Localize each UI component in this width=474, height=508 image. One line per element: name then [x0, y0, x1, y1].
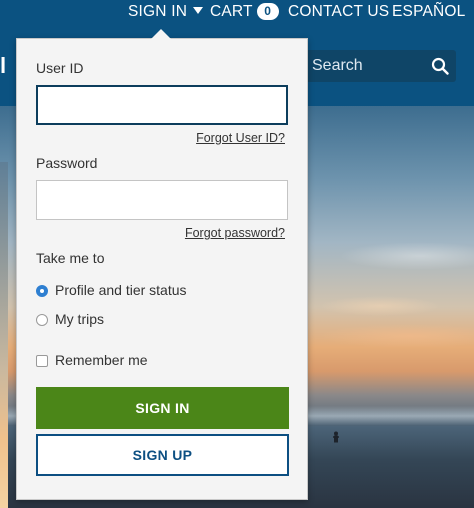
nav-cart[interactable]: CART 0 [210, 3, 279, 21]
nav-sign-in-label: SIGN IN [128, 3, 188, 20]
sign-up-button[interactable]: SIGN UP [36, 434, 289, 476]
take-me-to-label: Take me to [36, 250, 105, 266]
remember-me-label: Remember me [55, 352, 148, 368]
remember-me-checkbox[interactable]: Remember me [36, 352, 148, 368]
sign-in-popover: User ID Forgot User ID? Password Forgot … [16, 38, 308, 500]
top-navigation: SIGN IN CART 0 CONTACT US ESPAÑOL [0, 0, 474, 38]
radio-selected-icon[interactable] [36, 285, 48, 297]
nav-sign-in[interactable]: SIGN IN [128, 3, 204, 21]
logo-fragment[interactable]: l [0, 53, 6, 79]
radio-profile-tier-status[interactable]: Profile and tier status [36, 282, 187, 298]
forgot-password-link[interactable]: Forgot password? [185, 226, 285, 240]
password-field[interactable] [36, 180, 288, 220]
surfer-figure [333, 431, 339, 443]
user-id-label: User ID [36, 60, 84, 76]
search-input[interactable] [312, 54, 422, 78]
checkbox-icon[interactable] [36, 355, 48, 367]
radio-unselected-icon[interactable] [36, 314, 48, 326]
radio-my-trips-label: My trips [55, 311, 104, 327]
search-icon[interactable] [431, 57, 449, 75]
nav-cart-label: CART [210, 3, 253, 20]
sign-in-button[interactable]: SIGN IN [36, 387, 289, 429]
hero-clouds [300, 226, 474, 366]
caret-down-icon [193, 7, 204, 14]
hero-left-strip [0, 162, 8, 508]
radio-profile-label: Profile and tier status [55, 282, 187, 298]
forgot-user-id-link[interactable]: Forgot User ID? [196, 131, 285, 145]
password-label: Password [36, 155, 98, 171]
radio-my-trips[interactable]: My trips [36, 311, 104, 327]
nav-espanol[interactable]: ESPAÑOL [392, 3, 465, 21]
nav-contact-us[interactable]: CONTACT US [288, 3, 389, 21]
cart-count-badge: 0 [256, 3, 279, 20]
popover-arrow [151, 29, 171, 39]
user-id-field[interactable] [36, 85, 288, 125]
search-box [300, 50, 456, 82]
